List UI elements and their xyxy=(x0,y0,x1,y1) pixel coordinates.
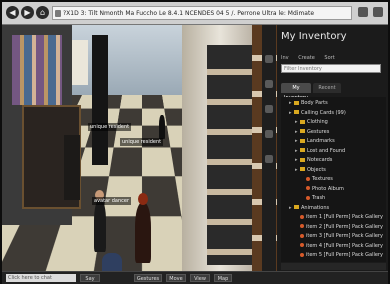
inventory-folder-row[interactable]: ▸ Gestures xyxy=(295,129,329,135)
sidebar-tray xyxy=(262,25,276,271)
row-label: Textures xyxy=(312,176,333,182)
folder-icon xyxy=(300,138,305,143)
inventory-tree[interactable]: ▸ Body Parts ▸ Calling Cards (99) ▸ Clothing ▸… xyxy=(281,97,386,262)
row-label: Objects xyxy=(307,166,326,173)
row-label: item 1 [Full Perm] Pack Gallery xyxy=(306,214,383,220)
world-view[interactable]: unique resident unique resident avatar d… xyxy=(2,25,277,271)
filter-input[interactable]: Filter Inventory xyxy=(281,64,381,73)
name-tag: unique resident xyxy=(88,123,132,131)
row-label: item 3 [Full Perm] Pack Gallery xyxy=(306,233,383,239)
menu-create[interactable]: Create xyxy=(298,55,315,61)
vendor-stand[interactable] xyxy=(64,135,80,200)
folder-icon xyxy=(300,129,305,133)
say-button[interactable]: Say xyxy=(80,274,100,282)
home-icon[interactable]: ⌂ xyxy=(36,6,49,19)
row-label: Animations xyxy=(301,204,330,211)
item-icon xyxy=(300,224,304,228)
gestures-button[interactable]: Gestures xyxy=(134,274,162,282)
name-tag: unique resident xyxy=(120,138,164,146)
pillar xyxy=(92,35,108,165)
name-tag: avatar dancer xyxy=(92,197,132,205)
inventory-folder-row[interactable]: ▸ Body Parts xyxy=(289,100,328,106)
address-bar[interactable]: ?X1D 3: Tilt Nmonth Ma Fuccho Le 8.4.1 N… xyxy=(52,6,352,20)
inventory-item-row[interactable]: item 1 [Full Perm] Pack Gallery xyxy=(295,214,383,220)
bottom-toolbar: Click here to chat Say Gestures Move Vie… xyxy=(2,271,388,284)
lock-icon xyxy=(55,10,61,17)
folder-icon xyxy=(300,157,305,162)
inventory-folder-row[interactable]: ▸ Calling Cards (99) xyxy=(289,110,346,116)
forward-icon[interactable]: ▶ xyxy=(21,6,34,19)
people-icon[interactable] xyxy=(265,80,273,88)
item-icon xyxy=(300,243,304,247)
inventory-folder-row[interactable]: ▸ Clothing xyxy=(295,119,328,125)
folder-icon xyxy=(294,110,299,114)
inventory-menu: Inv Create Sort xyxy=(281,55,343,61)
menu-icon[interactable] xyxy=(373,7,383,17)
view-button[interactable]: View xyxy=(190,274,210,282)
avatar-foreground[interactable] xyxy=(102,253,122,271)
row-label: Photo Album xyxy=(312,185,344,192)
panel-footer xyxy=(281,263,386,270)
appearance-icon[interactable] xyxy=(265,130,273,138)
inventory-item-row[interactable]: item 4 [Full Perm] Pack Gallery xyxy=(295,243,383,249)
inventory-item-row[interactable]: item 5 [Full Perm] Pack Gallery xyxy=(295,252,383,258)
folder-icon xyxy=(294,100,299,105)
map-button[interactable]: Map xyxy=(214,274,232,282)
picture-frames[interactable] xyxy=(207,45,252,265)
menu-sort[interactable]: Sort xyxy=(324,55,334,61)
inventory-icon[interactable] xyxy=(265,155,273,163)
art-display xyxy=(12,35,62,105)
display-screen xyxy=(72,40,88,85)
menu-inv[interactable]: Inv xyxy=(281,55,289,61)
inventory-item-row[interactable]: item 2 [Full Perm] Pack Gallery xyxy=(295,224,383,230)
inventory-folder-row[interactable]: ▸ Animations xyxy=(289,205,329,211)
bookmark-icon[interactable] xyxy=(358,7,368,17)
move-button[interactable]: Move xyxy=(166,274,186,282)
row-label: Notecards xyxy=(307,157,333,163)
tab-recent[interactable]: Recent xyxy=(313,83,341,93)
row-label: item 4 [Full Perm] Pack Gallery xyxy=(306,242,383,249)
inventory-folder-row[interactable]: ▸ Objects xyxy=(295,167,326,173)
row-label: Gestures xyxy=(307,128,330,135)
row-label: Lost and Found xyxy=(307,147,346,154)
inventory-panel: My Inventory Inv Create Sort Filter Inve… xyxy=(277,25,388,271)
inventory-folder-row[interactable]: ▸ Lost and Found xyxy=(295,148,345,154)
item-icon xyxy=(300,252,304,257)
places-icon[interactable] xyxy=(265,105,273,113)
inventory-folder-row[interactable]: ▸ Notecards xyxy=(295,157,332,163)
viewer-window: ◀ ▶ ⌂ ?X1D 3: Tilt Nmonth Ma Fuccho Le 8… xyxy=(0,0,390,284)
back-icon[interactable]: ◀ xyxy=(6,6,19,19)
avatar-standing[interactable] xyxy=(94,200,106,252)
avatar-red-hair[interactable] xyxy=(135,203,151,263)
row-label: item 5 [Full Perm] Pack Gallery xyxy=(306,252,383,258)
address-text: ?X1D 3: Tilt Nmonth Ma Fuccho Le 8.4.1 N… xyxy=(63,10,315,17)
inventory-folder-row[interactable]: ▸ Landmarks xyxy=(295,138,335,144)
row-label: Calling Cards (99) xyxy=(301,109,346,116)
folder-icon xyxy=(300,148,305,152)
row-label: Landmarks xyxy=(307,138,335,144)
avatar-head xyxy=(138,193,148,205)
home-icon[interactable] xyxy=(265,55,273,63)
browser-toolbar: ◀ ▶ ⌂ ?X1D 3: Tilt Nmonth Ma Fuccho Le 8… xyxy=(2,2,388,25)
folder-icon xyxy=(300,119,305,124)
folder-icon xyxy=(294,205,299,209)
tab-my-inventory[interactable]: My Inventory xyxy=(281,83,311,101)
item-icon xyxy=(306,176,310,181)
row-label: Body Parts xyxy=(301,100,328,106)
inventory-item-row[interactable]: Textures xyxy=(301,176,333,182)
item-icon xyxy=(306,186,310,190)
chat-input[interactable]: Click here to chat xyxy=(6,274,76,282)
row-label: Trash xyxy=(312,195,326,201)
panel-title: My Inventory xyxy=(281,31,347,42)
item-icon xyxy=(300,214,304,219)
inventory-item-row[interactable]: item 3 [Full Perm] Pack Gallery xyxy=(295,233,383,239)
row-label: item 2 [Full Perm] Pack Gallery xyxy=(306,223,383,230)
folder-icon xyxy=(300,167,305,171)
avatar-distant[interactable] xyxy=(159,115,165,139)
inventory-item-row[interactable]: Trash xyxy=(301,195,325,201)
item-icon xyxy=(306,195,310,200)
row-label: Clothing xyxy=(307,119,328,125)
item-icon xyxy=(300,233,304,238)
inventory-item-row[interactable]: Photo Album xyxy=(301,186,344,192)
